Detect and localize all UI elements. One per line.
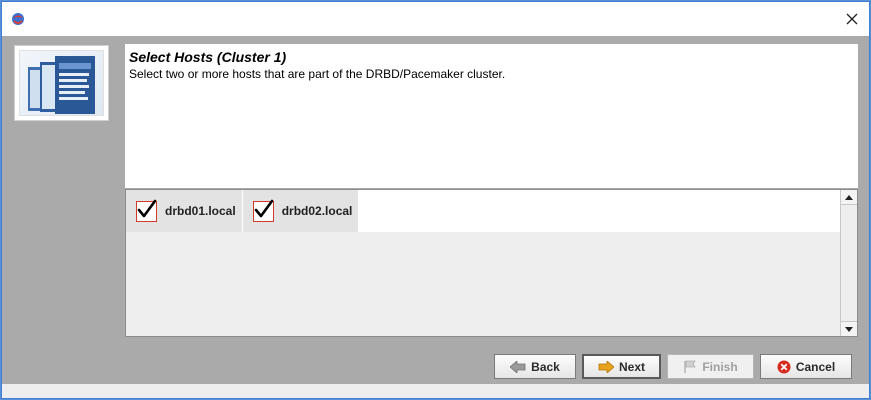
wizard-content: Select Hosts (Cluster 1) Select two or m… (2, 36, 869, 384)
page-subtitle: Select two or more hosts that are part o… (129, 67, 506, 81)
cancel-icon (777, 360, 791, 374)
arrow-left-icon (510, 360, 526, 373)
window-bottom-edge (2, 384, 869, 398)
step-description: Select Hosts (Cluster 1) Select two or m… (125, 44, 858, 188)
finish-button[interactable]: Finish (667, 354, 754, 379)
scroll-down-button[interactable] (841, 321, 857, 336)
back-label: Back (531, 359, 560, 374)
hosts-list: drbd01.local drbd02.local (125, 189, 858, 337)
scroll-up-button[interactable] (841, 190, 857, 205)
checkbox-checked-icon (136, 199, 157, 222)
close-button[interactable] (839, 7, 865, 31)
vertical-scrollbar[interactable] (840, 190, 857, 336)
page-title: Select Hosts (Cluster 1) (129, 49, 287, 65)
cancel-label: Cancel (795, 359, 836, 374)
arrow-right-icon (598, 360, 614, 373)
next-button[interactable]: Next (582, 354, 661, 379)
close-icon (846, 13, 858, 25)
host-label: drbd01.local (165, 204, 236, 218)
triangle-up-icon (845, 194, 853, 200)
hosts-viewport: drbd01.local drbd02.local (126, 190, 840, 336)
cancel-button[interactable]: Cancel (760, 354, 852, 379)
wizard-window: Select Hosts (Cluster 1) Select two or m… (1, 1, 870, 399)
triangle-down-icon (845, 326, 853, 332)
next-label: Next (618, 359, 645, 374)
step-panel: Select Hosts (Cluster 1) Select two or m… (125, 44, 858, 337)
hosts-row: drbd01.local drbd02.local (126, 190, 840, 232)
app-globe-icon (11, 12, 25, 26)
host-label: drbd02.local (281, 204, 353, 218)
finish-flag-icon (683, 360, 697, 374)
scroll-track[interactable] (841, 206, 857, 320)
back-button[interactable]: Back (494, 354, 576, 379)
finish-label: Finish (702, 359, 738, 374)
product-logo (14, 45, 109, 121)
title-bar (2, 2, 869, 36)
host-checkbox-drbd01[interactable]: drbd01.local (126, 190, 242, 232)
checkbox-checked-icon (252, 199, 274, 222)
host-checkbox-drbd02[interactable]: drbd02.local (242, 190, 359, 232)
